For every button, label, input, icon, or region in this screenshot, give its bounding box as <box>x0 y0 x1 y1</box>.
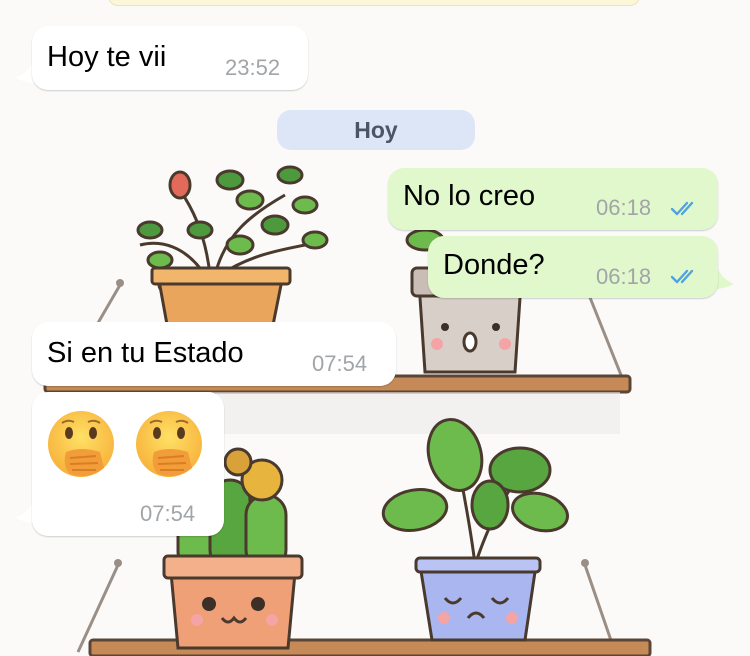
message-text: Hoy te vii <box>47 41 167 73</box>
previous-message-edge <box>108 0 640 6</box>
plant-blue-pot <box>381 418 569 642</box>
message-time: 07:54 <box>312 351 368 376</box>
plant-leafy-orange-pot <box>136 165 329 332</box>
message-bubble-incoming[interactable]: Hoy te vii 23:52 <box>32 26 308 90</box>
date-separator: Hoy <box>277 110 475 150</box>
message-bubble-outgoing[interactable]: Donde? 06:18 <box>428 236 718 298</box>
face-with-hand-over-mouth-icon <box>48 411 114 477</box>
message-time: 23:52 <box>225 55 281 80</box>
message-text: Donde? <box>443 249 545 281</box>
message-bubble-outgoing[interactable]: No lo creo 06:18 <box>388 168 718 230</box>
message-bubble-incoming[interactable]: 07:54 <box>32 392 224 536</box>
message-text: Si en tu Estado <box>47 337 244 369</box>
message-time: 07:54 <box>140 501 196 526</box>
lower-shelf <box>88 638 652 656</box>
message-time: 06:18 <box>596 195 652 220</box>
face-with-hand-over-mouth-icon <box>136 411 202 477</box>
double-check-icon <box>670 269 694 284</box>
message-time: 06:18 <box>596 264 652 289</box>
message-text: No lo creo <box>403 180 536 212</box>
message-bubble-incoming[interactable]: Si en tu Estado 07:54 <box>32 322 396 386</box>
double-check-icon <box>670 201 694 216</box>
